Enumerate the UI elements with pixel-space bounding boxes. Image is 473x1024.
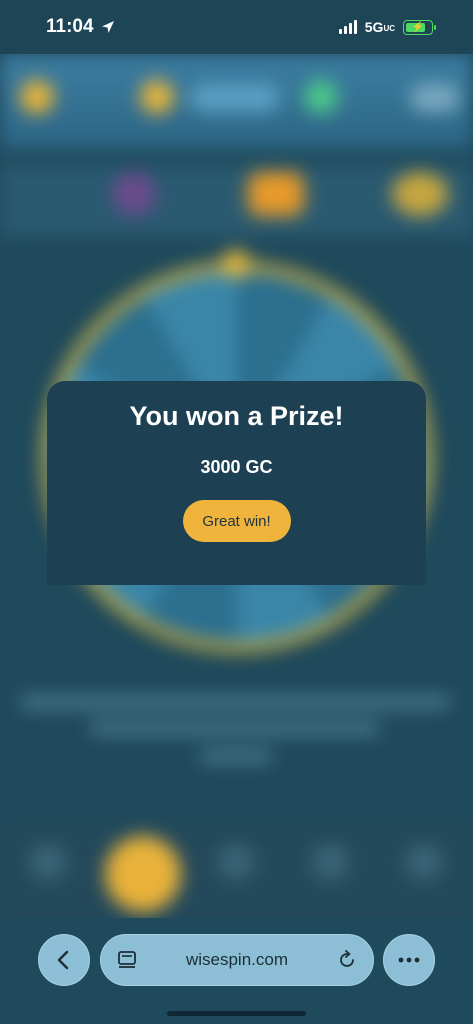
bg-tile-icon <box>392 172 448 216</box>
home-indicator <box>167 1011 306 1016</box>
bg-coin-icon <box>140 80 174 114</box>
status-time-group: 11:04 <box>46 16 116 38</box>
bg-text-line <box>200 750 272 762</box>
status-bar: 11:04 5GUC ⚡ <box>0 0 473 54</box>
bg-coin-icon <box>20 80 54 114</box>
bg-text-line <box>90 722 380 734</box>
bg-tile-icon <box>248 172 304 216</box>
tabs-icon[interactable] <box>117 950 137 970</box>
back-button[interactable] <box>38 934 90 986</box>
bg-tile-icon <box>112 172 156 216</box>
bg-nav-item <box>406 844 442 880</box>
network-label: 5GUC <box>365 19 395 35</box>
prize-amount: 3000 GC <box>200 457 273 477</box>
more-button[interactable] <box>383 934 435 986</box>
location-arrow-icon <box>101 21 114 33</box>
status-indicators: 5GUC ⚡ <box>338 19 436 35</box>
bg-nav-item <box>218 844 254 880</box>
cellular-signal-icon <box>338 20 357 34</box>
bg-menu-pill <box>410 84 460 112</box>
bg-balance-pill <box>190 84 280 112</box>
modal-title: You won a Prize! <box>129 401 344 431</box>
network-type: 5G <box>364 19 384 35</box>
network-suffix: UC <box>383 23 395 33</box>
bg-coin-icon <box>304 80 338 114</box>
bg-text-line <box>20 696 450 708</box>
bg-nav-item <box>30 844 66 880</box>
more-icon <box>398 957 420 963</box>
bg-nav-item <box>312 844 348 880</box>
prize-modal: You won a Prize! 3000 GC Great win! <box>47 381 426 585</box>
great-win-button[interactable]: Great win! <box>182 500 291 542</box>
browser-toolbar: wisespin.com <box>0 918 473 1024</box>
reload-icon[interactable] <box>337 950 357 970</box>
battery-charging-icon: ⚡ <box>403 19 436 35</box>
chevron-left-icon <box>57 950 69 970</box>
bg-nav-spin <box>105 836 181 912</box>
url-text[interactable]: wisespin.com <box>186 950 288 970</box>
status-time: 11:04 <box>46 16 94 37</box>
bg-wheel-pointer <box>222 250 250 278</box>
address-bar[interactable]: wisespin.com <box>100 934 374 986</box>
